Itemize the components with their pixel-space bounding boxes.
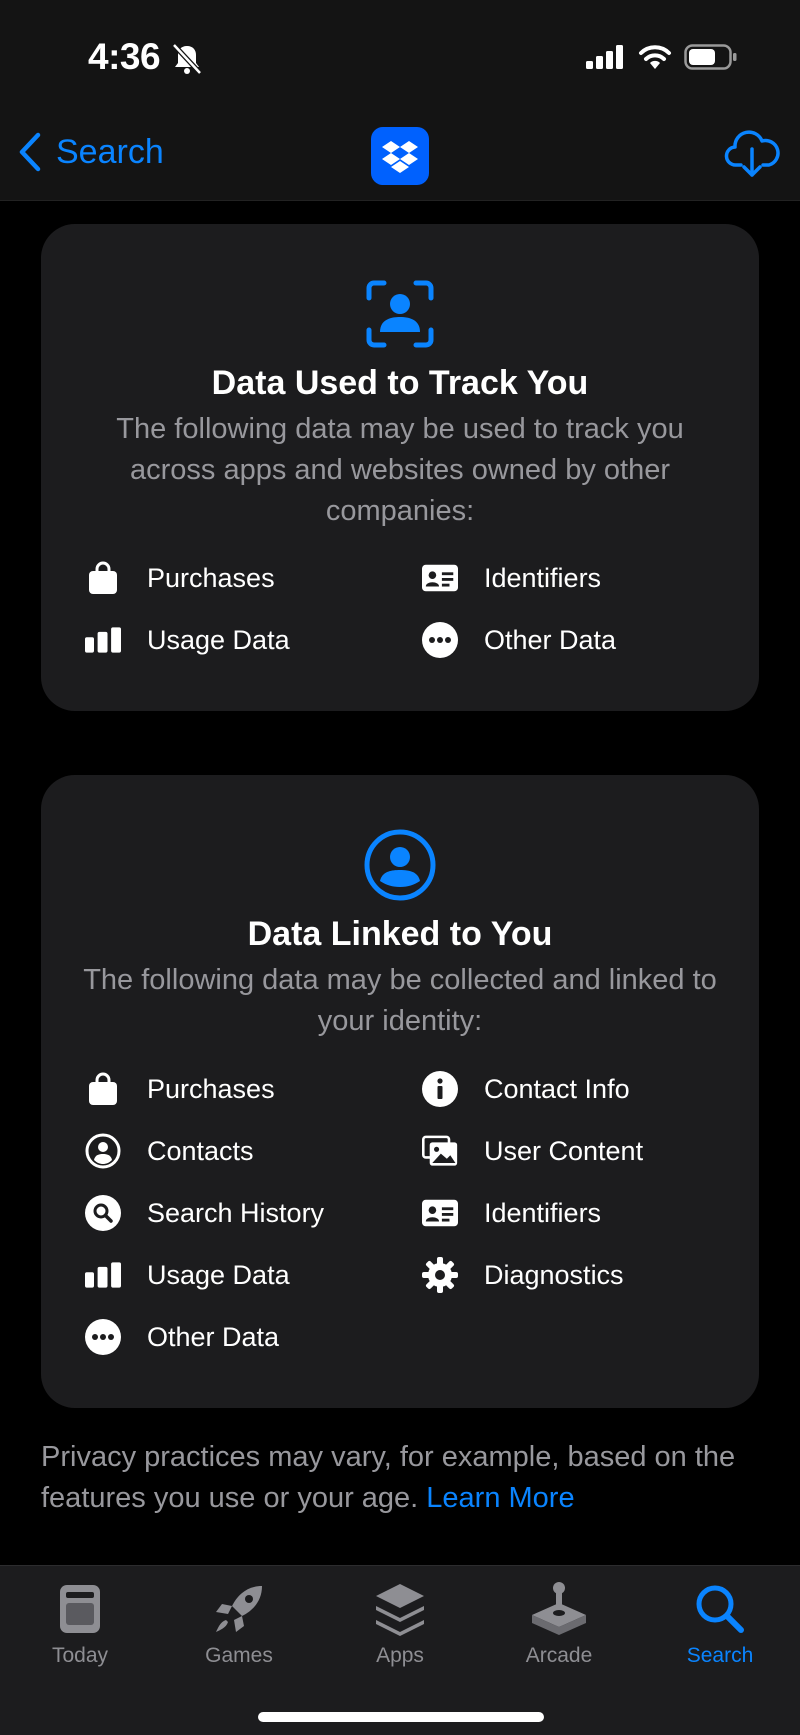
linked-item-user-content: User Content — [422, 1133, 643, 1169]
linked-item-contact-info: Contact Info — [422, 1071, 630, 1107]
item-label: Diagnostics — [484, 1259, 624, 1290]
track-item-purchases: Purchases — [85, 560, 275, 596]
tab-search[interactable]: Search — [650, 1578, 790, 1668]
linked-item-purchases: Purchases — [85, 1071, 275, 1107]
id-card-icon — [422, 1199, 458, 1227]
dropbox-icon — [382, 141, 418, 173]
chevron-left-icon — [19, 132, 41, 172]
joystick-icon — [532, 1582, 586, 1635]
tab-today[interactable]: Today — [10, 1578, 150, 1668]
linked-item-identifiers: Identifiers — [422, 1195, 601, 1231]
tab-games[interactable]: Games — [169, 1578, 309, 1668]
today-icon — [60, 1585, 100, 1633]
learn-more-link[interactable]: Learn More — [426, 1482, 574, 1514]
magnifier-circle-icon — [85, 1195, 121, 1231]
tab-label: Games — [205, 1644, 273, 1667]
linked-card: Data Linked to You The following data ma… — [41, 775, 759, 1408]
home-indicator[interactable] — [258, 1712, 544, 1722]
linked-item-usage-data: Usage Data — [85, 1257, 290, 1293]
privacy-note-text: Privacy practices may vary, for example,… — [41, 1441, 736, 1514]
search-icon — [696, 1585, 744, 1633]
status-icons — [586, 44, 738, 70]
person-viewfinder-icon — [366, 280, 434, 348]
linked-item-search-history: Search History — [85, 1195, 324, 1231]
photos-icon — [422, 1135, 458, 1166]
linked-card-description: The following data may be collected and … — [83, 964, 717, 1037]
tab-label: Apps — [376, 1644, 424, 1667]
tab-label: Arcade — [525, 1644, 593, 1667]
person-circle-icon — [364, 829, 436, 901]
stack-icon — [376, 1584, 424, 1636]
item-label: Usage Data — [147, 624, 290, 655]
info-circle-icon — [422, 1071, 458, 1107]
linked-item-contacts: Contacts — [85, 1133, 254, 1169]
tab-arcade[interactable]: Arcade — [489, 1578, 629, 1668]
linked-card-title: Data Linked to You — [247, 915, 553, 953]
wifi-icon — [639, 45, 671, 69]
dropbox-logo — [371, 127, 429, 185]
item-label: Identifiers — [484, 562, 602, 593]
linked-item-other-data: Other Data — [85, 1319, 279, 1355]
item-label: Identifiers — [484, 1197, 602, 1228]
tab-bar: Today Games Apps Arcade Search — [0, 1565, 800, 1735]
item-label: Contact Info — [484, 1073, 630, 1104]
item-label: Usage Data — [147, 1259, 290, 1290]
person-circle-icon — [85, 1133, 121, 1169]
rocket-icon — [216, 1586, 262, 1632]
item-label: Other Data — [147, 1321, 280, 1352]
status-time: 4:36 — [88, 36, 161, 77]
back-label: Search — [56, 132, 164, 171]
battery-icon — [684, 44, 737, 70]
track-item-identifiers: Identifiers — [422, 560, 601, 596]
tab-label: Search — [686, 1644, 754, 1667]
ellipsis-circle-icon — [422, 622, 458, 658]
nav-bar: Search — [0, 115, 800, 201]
privacy-note: Privacy practices may vary, for example,… — [41, 1437, 761, 1519]
gear-icon — [422, 1257, 458, 1293]
item-label: Purchases — [147, 562, 275, 593]
linked-item-diagnostics: Diagnostics — [422, 1257, 624, 1293]
track-item-other-data: Other Data — [422, 622, 616, 658]
item-label: Other Data — [484, 624, 617, 655]
item-label: Purchases — [147, 1073, 275, 1104]
bell-slash-icon — [172, 43, 202, 75]
track-card-description: The following data may be used to track … — [116, 413, 684, 527]
cloud-download-icon — [724, 130, 780, 177]
track-card-title: Data Used to Track You — [211, 364, 589, 402]
track-item-usage-data: Usage Data — [85, 622, 290, 658]
shopping-bag-icon — [89, 561, 117, 594]
signal-icon — [586, 45, 623, 69]
ellipsis-circle-icon — [85, 1319, 121, 1355]
id-card-icon — [422, 564, 458, 592]
shopping-bag-icon — [89, 1072, 117, 1105]
item-label: Search History — [147, 1197, 325, 1228]
tab-label: Today — [51, 1644, 109, 1667]
download-button[interactable] — [724, 127, 780, 184]
bar-chart-icon — [85, 1262, 121, 1288]
item-label: Contacts — [147, 1135, 254, 1166]
back-button[interactable]: Search — [16, 132, 164, 172]
tab-apps[interactable]: Apps — [330, 1578, 470, 1668]
bar-chart-icon — [85, 627, 121, 653]
item-label: User Content — [484, 1135, 644, 1166]
status-bar: 4:36 — [0, 0, 800, 115]
track-card: Data Used to Track You The following dat… — [41, 224, 759, 711]
